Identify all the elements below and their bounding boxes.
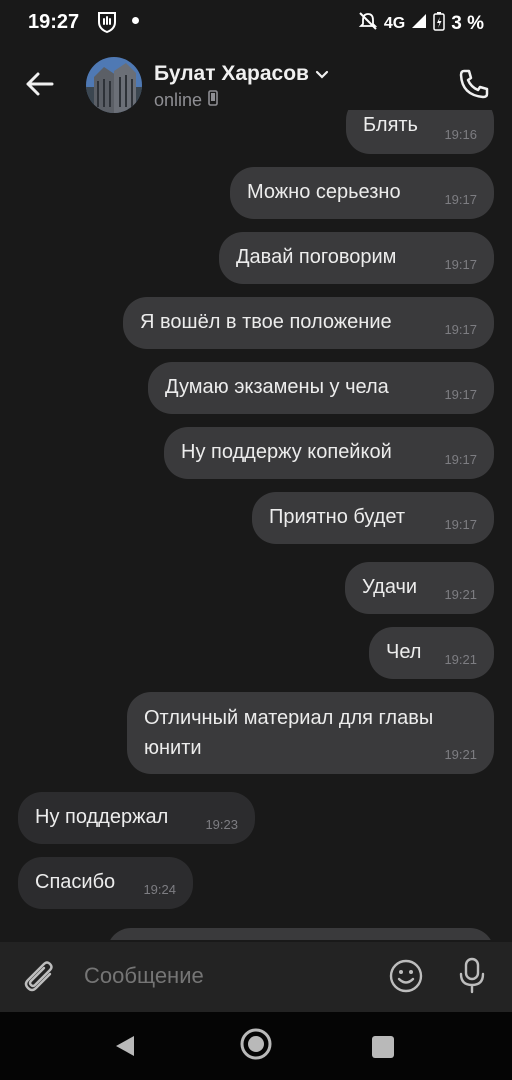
notification-dot-icon (132, 17, 139, 24)
nav-home-icon[interactable] (240, 1028, 272, 1060)
message-bubble[interactable]: Удачи 19:21 (345, 562, 494, 614)
message-time: 19:17 (444, 387, 477, 402)
message-bubble[interactable]: Можно серьезно 19:17 (230, 167, 494, 219)
contact-status: online (154, 90, 218, 111)
message-composer (0, 942, 512, 1012)
mute-icon (358, 11, 378, 36)
nav-recents-icon[interactable] (372, 1036, 394, 1058)
message-time: 19:17 (444, 322, 477, 337)
microphone-icon[interactable] (456, 956, 488, 996)
message-time: 19:17 (444, 257, 477, 272)
message-time: 19:17 (444, 517, 477, 532)
system-nav-bar (0, 1012, 512, 1080)
message-text: Спасибо (35, 871, 116, 893)
message-bubble[interactable]: Чел 19:21 (369, 627, 494, 679)
shield-hand-icon (94, 10, 120, 39)
status-right: 4G 3 % (358, 11, 484, 36)
message-text: Приятно будет (269, 506, 406, 528)
message-text: Думаю экзамены у чела (165, 376, 389, 398)
message-time: 19:17 (444, 452, 477, 467)
message-input[interactable] (82, 962, 366, 990)
status-text: online (154, 90, 203, 110)
message-time: 19:17 (444, 192, 477, 207)
battery-percent: 3 % (451, 12, 484, 34)
avatar[interactable] (86, 57, 142, 113)
signal-icon (411, 13, 427, 34)
chevron-down-icon (315, 62, 329, 86)
message-time: 19:21 (444, 587, 477, 602)
message-text: Можно серьезно (247, 181, 401, 203)
message-bubble[interactable]: Блять 19:16 (346, 110, 494, 154)
message-time: 19:21 (444, 652, 477, 667)
message-text: Удачи (362, 576, 418, 598)
battery-icon (433, 11, 445, 36)
message-bubble[interactable]: Приятно будет 19:17 (252, 492, 494, 544)
message-text: Я вошёл в твое положение (140, 311, 392, 333)
message-bubble[interactable]: Давай поговорим 19:17 (219, 232, 494, 284)
network-type: 4G (383, 14, 406, 32)
message-time: 19:24 (143, 882, 176, 897)
arrow-left-icon[interactable] (22, 66, 58, 102)
phone-icon[interactable] (456, 66, 492, 102)
mobile-device-icon (208, 90, 218, 111)
message-bubble[interactable]: Отличный материал для главы юнити 19:21 (127, 692, 494, 774)
message-text: Блять (363, 114, 418, 136)
status-bar: 19:27 4G 3 % (0, 0, 512, 44)
message-list[interactable]: Блять 19:16 Можно серьезно 19:17 Давай п… (0, 110, 512, 940)
message-text: Ну поддержу копейкой (181, 441, 392, 463)
nav-back-icon[interactable] (114, 1034, 138, 1063)
message-bubble[interactable]: Думаю экзамены у чела 19:17 (148, 362, 494, 414)
message-time: 19:16 (444, 127, 477, 142)
message-bubble[interactable]: Ну поддержал 19:23 (18, 792, 255, 844)
message-bubble[interactable]: Спасибо 19:24 (18, 857, 193, 909)
paperclip-icon[interactable] (22, 958, 58, 998)
message-time: 19:23 (205, 817, 238, 832)
message-text: Чел (386, 641, 422, 663)
contact-name-text: Булат Харасов (154, 62, 309, 85)
message-text: Отличный материал для главы юнити (144, 707, 434, 759)
message-bubble[interactable]: Я вошёл в твое положение 19:17 (123, 297, 494, 349)
message-bubble[interactable]: Ну поддержу копейкой 19:17 (164, 427, 494, 479)
message-text: Давай поговорим (236, 246, 397, 268)
status-time: 19:27 (28, 11, 80, 33)
message-time: 19:21 (444, 747, 477, 762)
smiley-icon[interactable] (388, 958, 424, 994)
message-text: Ну поддержал (35, 806, 169, 828)
contact-name[interactable]: Булат Харасов (154, 62, 329, 86)
message-bubble-partial[interactable] (107, 928, 494, 940)
